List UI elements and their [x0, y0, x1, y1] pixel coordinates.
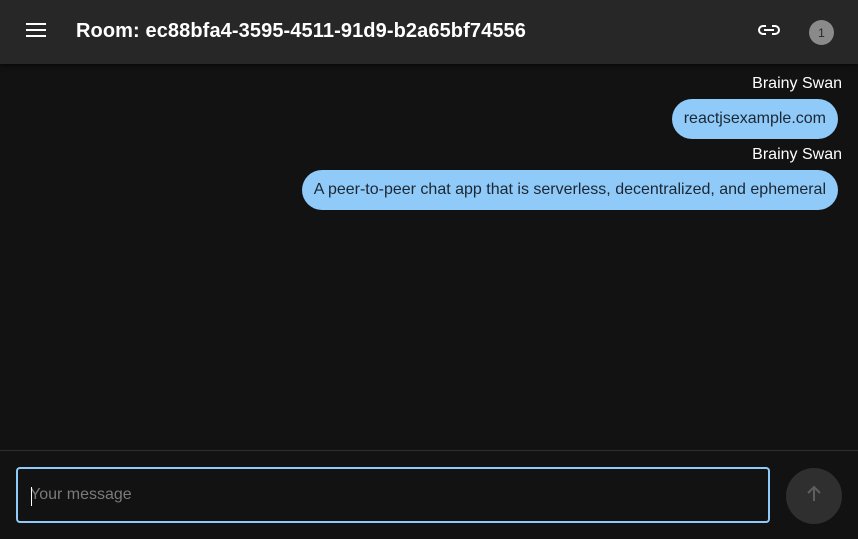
message-author: Brainy Swan: [752, 75, 842, 92]
message-author: Brainy Swan: [752, 146, 842, 163]
peer-count-badge[interactable]: 1: [809, 20, 834, 45]
chat-app: Room: ec88bfa4-3595-4511-91d9-b2a65bf745…: [0, 0, 858, 539]
message-input-field[interactable]: [16, 467, 770, 523]
menu-button[interactable]: [16, 12, 56, 52]
message-bubble: reactjsexample.com: [671, 99, 838, 139]
composer-divider: [0, 450, 858, 451]
menu-icon: [26, 22, 46, 42]
link-icon: [758, 23, 780, 41]
text-caret: [31, 487, 32, 506]
room-title: Room: ec88bfa4-3595-4511-91d9-b2a65bf745…: [76, 20, 527, 42]
message-input[interactable]: [30, 469, 768, 521]
message-bubble: A peer-to-peer chat app that is serverle…: [301, 170, 838, 210]
copy-link-button[interactable]: [749, 12, 789, 52]
app-bar: Room: ec88bfa4-3595-4511-91d9-b2a65bf745…: [0, 0, 858, 64]
message-item: Brainy Swan A peer-to-peer chat app that…: [301, 145, 842, 216]
arrow-up-icon: [805, 485, 823, 508]
message-item: Brainy Swan reactjsexample.com: [671, 74, 842, 145]
send-button[interactable]: [786, 468, 842, 524]
message-list: Brainy Swan reactjsexample.com Brainy Sw…: [0, 64, 858, 450]
